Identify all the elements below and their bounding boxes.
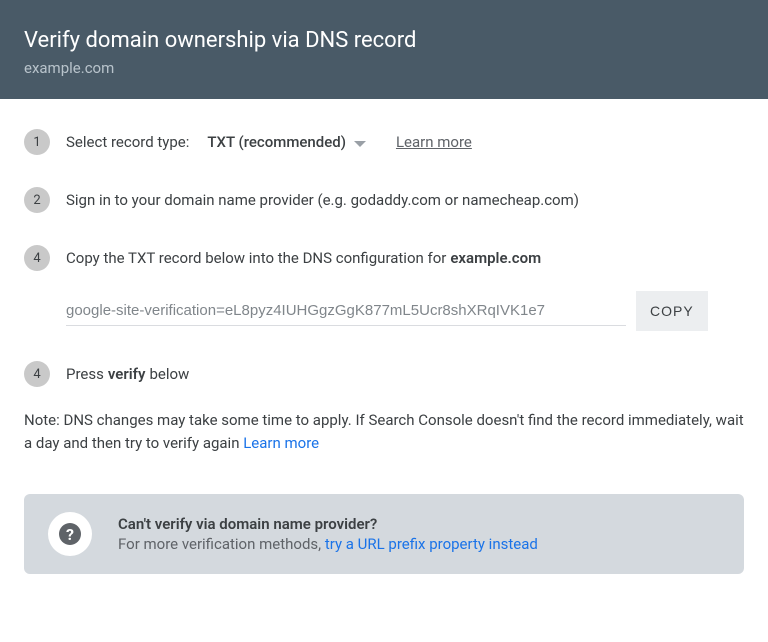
step-2-text: Sign in to your domain name provider (e.… [66,191,579,209]
help-box: ? Can't verify via domain name provider?… [24,494,744,574]
url-prefix-link[interactable]: try a URL prefix property instead [325,535,538,553]
step-4-suffix: below [149,365,189,383]
step-4: 4 Press verify below [24,361,744,387]
step-2: 2 Sign in to your domain name provider (… [24,187,744,213]
help-title: Can't verify via domain name provider? [118,515,538,533]
record-type-value: TXT (recommended) [207,133,346,151]
record-type-dropdown[interactable]: TXT (recommended) [207,133,366,151]
chevron-down-icon [354,133,366,151]
header-domain: example.com [24,59,744,77]
step-number-badge: 4 [24,361,50,387]
note-learn-more-link[interactable]: Learn more [243,434,319,452]
step-1-label: Select record type: [66,133,189,151]
help-icon-wrap: ? [48,512,92,556]
step-number-badge: 1 [24,129,50,155]
note-text: Note: DNS changes may take some time to … [24,411,744,452]
step-3-prefix: Copy the TXT record below into the DNS c… [66,249,446,267]
learn-more-link[interactable]: Learn more [396,133,472,151]
txt-record-input[interactable] [66,296,626,326]
dns-note: Note: DNS changes may take some time to … [24,409,744,454]
question-icon: ? [59,523,81,545]
step-4-bold: verify [108,365,146,383]
help-sub-prefix: For more verification methods, [118,535,325,553]
step-1: 1 Select record type: TXT (recommended) … [24,129,744,155]
txt-record-row: COPY [66,291,744,331]
step-number-badge: 4 [24,245,50,271]
step-3: 4 Copy the TXT record below into the DNS… [24,245,744,271]
step-3-domain: example.com [450,249,541,267]
page-title: Verify domain ownership via DNS record [24,28,744,53]
content: 1 Select record type: TXT (recommended) … [0,99,768,586]
copy-button[interactable]: COPY [636,291,708,331]
dialog-header: Verify domain ownership via DNS record e… [0,0,768,99]
step-number-badge: 2 [24,187,50,213]
step-4-prefix: Press [66,365,104,383]
